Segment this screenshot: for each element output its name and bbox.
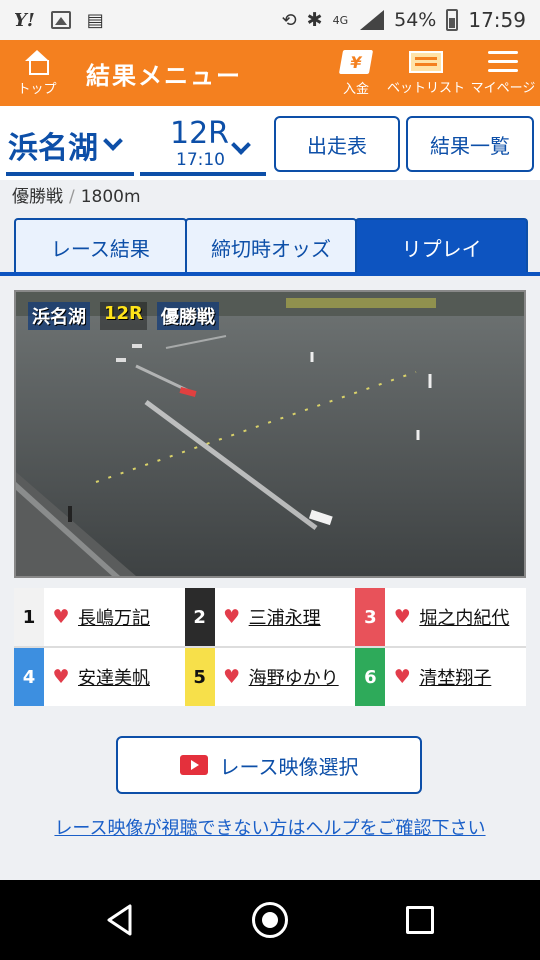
deposit-button[interactable]: ¥ 入金 bbox=[330, 40, 382, 106]
racer-name-link[interactable]: 清埜翔子 bbox=[419, 664, 491, 690]
overlay-race: 12R bbox=[100, 302, 147, 330]
venue-select[interactable]: 浜名湖 bbox=[6, 118, 134, 176]
race-time: 17:10 bbox=[176, 150, 225, 170]
chevron-down-icon bbox=[231, 135, 251, 155]
lane-number: 1 bbox=[14, 588, 44, 646]
betlist-label: ベットリスト bbox=[386, 80, 465, 96]
tab-underline bbox=[0, 272, 540, 276]
racer-name-link[interactable]: 三浦永理 bbox=[249, 604, 321, 630]
racer-row: 3 ♥ 堀之内紀代 bbox=[355, 588, 526, 646]
recent-apps-icon[interactable] bbox=[406, 906, 434, 934]
racer-row: 2 ♥ 三浦永理 bbox=[184, 588, 356, 646]
video-select-button[interactable]: レース映像選択 bbox=[116, 736, 422, 794]
gallery-notification-icon bbox=[50, 11, 71, 29]
race-meta: 優勝戦 /1800m bbox=[12, 182, 141, 207]
favorite-heart-icon[interactable]: ♥ bbox=[215, 606, 249, 628]
entries-button[interactable]: 出走表 bbox=[274, 116, 400, 172]
video-select-label: レース映像選択 bbox=[219, 754, 359, 779]
favorite-heart-icon[interactable]: ♥ bbox=[44, 606, 78, 628]
hamburger-menu-icon bbox=[488, 50, 518, 73]
racer-row: 4 ♥ 安達美帆 bbox=[14, 648, 185, 706]
battery-percent: 54% bbox=[394, 9, 437, 31]
racer-row: 6 ♥ 清埜翔子 bbox=[355, 648, 526, 706]
tab-closing-odds[interactable]: 締切時オッズ bbox=[184, 218, 358, 274]
status-bar: Y! ▤ ⟲ ✱ 4G 54% 17:59 bbox=[0, 0, 540, 40]
meta-separator: / bbox=[69, 187, 75, 207]
lane-number: 2 bbox=[184, 588, 215, 646]
overlay-venue: 浜名湖 bbox=[28, 302, 90, 330]
network-type: 4G bbox=[332, 13, 349, 27]
favorite-heart-icon[interactable]: ♥ bbox=[215, 666, 249, 688]
page-title: 結果メニュー bbox=[86, 62, 242, 90]
deposit-label: 入金 bbox=[342, 81, 369, 97]
lane-number: 3 bbox=[355, 588, 386, 646]
tray-notification-icon: ▤ bbox=[86, 9, 104, 31]
home-nav-icon[interactable] bbox=[252, 902, 288, 938]
app-header: トップ 結果メニュー ¥ 入金 ベットリスト マイページ bbox=[0, 40, 540, 106]
bluetooth-icon: ✱ bbox=[306, 9, 323, 31]
race-number-select[interactable]: 12R 17:10 bbox=[140, 114, 266, 176]
mypage-label: マイページ bbox=[470, 80, 536, 96]
racer-name-link[interactable]: 海野ゆかり bbox=[249, 664, 339, 690]
replay-video[interactable]: 浜名湖 12R 優勝戦 bbox=[14, 290, 526, 578]
tab-replay[interactable]: リプレイ bbox=[355, 218, 529, 274]
home-icon bbox=[24, 49, 50, 75]
favorite-heart-icon[interactable]: ♥ bbox=[44, 666, 78, 688]
betlist-button[interactable]: ベットリスト bbox=[386, 40, 466, 106]
favorite-heart-icon[interactable]: ♥ bbox=[385, 606, 419, 628]
racer-name-link[interactable]: 安達美帆 bbox=[78, 664, 150, 690]
race-grade: 優勝戦 bbox=[12, 187, 63, 207]
yen-icon: ¥ bbox=[338, 49, 374, 74]
race-number: 12R bbox=[170, 116, 230, 151]
overlay-grade: 優勝戦 bbox=[156, 302, 219, 330]
lane-number: 5 bbox=[184, 648, 215, 706]
top-button[interactable]: トップ bbox=[8, 40, 66, 106]
race-distance: 1800m bbox=[80, 187, 141, 207]
racer-row: 1 ♥ 長嶋万記 bbox=[14, 588, 185, 646]
clock: 17:59 bbox=[468, 8, 526, 32]
tab-race-result[interactable]: レース結果 bbox=[14, 218, 187, 274]
lane-number: 4 bbox=[14, 648, 44, 706]
video-overlay-label: 浜名湖 12R 優勝戦 bbox=[28, 302, 219, 330]
video-play-icon bbox=[179, 755, 208, 775]
favorite-heart-icon[interactable]: ♥ bbox=[385, 666, 419, 688]
signal-icon bbox=[358, 10, 385, 30]
yahoo-notification-icon: Y! bbox=[14, 9, 35, 31]
battery-icon bbox=[446, 9, 459, 31]
mypage-button[interactable]: マイページ bbox=[468, 40, 538, 106]
result-tabs: レース結果 締切時オッズ リプレイ bbox=[14, 218, 529, 274]
top-label: トップ bbox=[17, 81, 57, 97]
back-icon[interactable] bbox=[106, 904, 134, 936]
racer-row: 5 ♥ 海野ゆかり bbox=[184, 648, 356, 706]
ticket-icon bbox=[409, 50, 443, 73]
racer-list: 1 ♥ 長嶋万記 2 ♥ 三浦永理 3 ♥ 堀之内紀代 4 ♥ 安達美帆 5 ♥… bbox=[14, 588, 526, 706]
venue-label: 浜名湖 bbox=[8, 131, 98, 166]
system-nav-bar bbox=[0, 880, 540, 960]
racer-name-link[interactable]: 堀之内紀代 bbox=[419, 604, 509, 630]
racer-name-link[interactable]: 長嶋万記 bbox=[78, 604, 150, 630]
chevron-down-icon bbox=[103, 131, 123, 151]
nfc-icon: ⟲ bbox=[281, 9, 297, 31]
results-list-button[interactable]: 結果一覧 bbox=[406, 116, 534, 172]
race-water-scene bbox=[16, 292, 524, 576]
video-help-link[interactable]: レース映像が視聴できない方はヘルプをご確認下さい bbox=[0, 814, 540, 840]
lane-number: 6 bbox=[355, 648, 386, 706]
